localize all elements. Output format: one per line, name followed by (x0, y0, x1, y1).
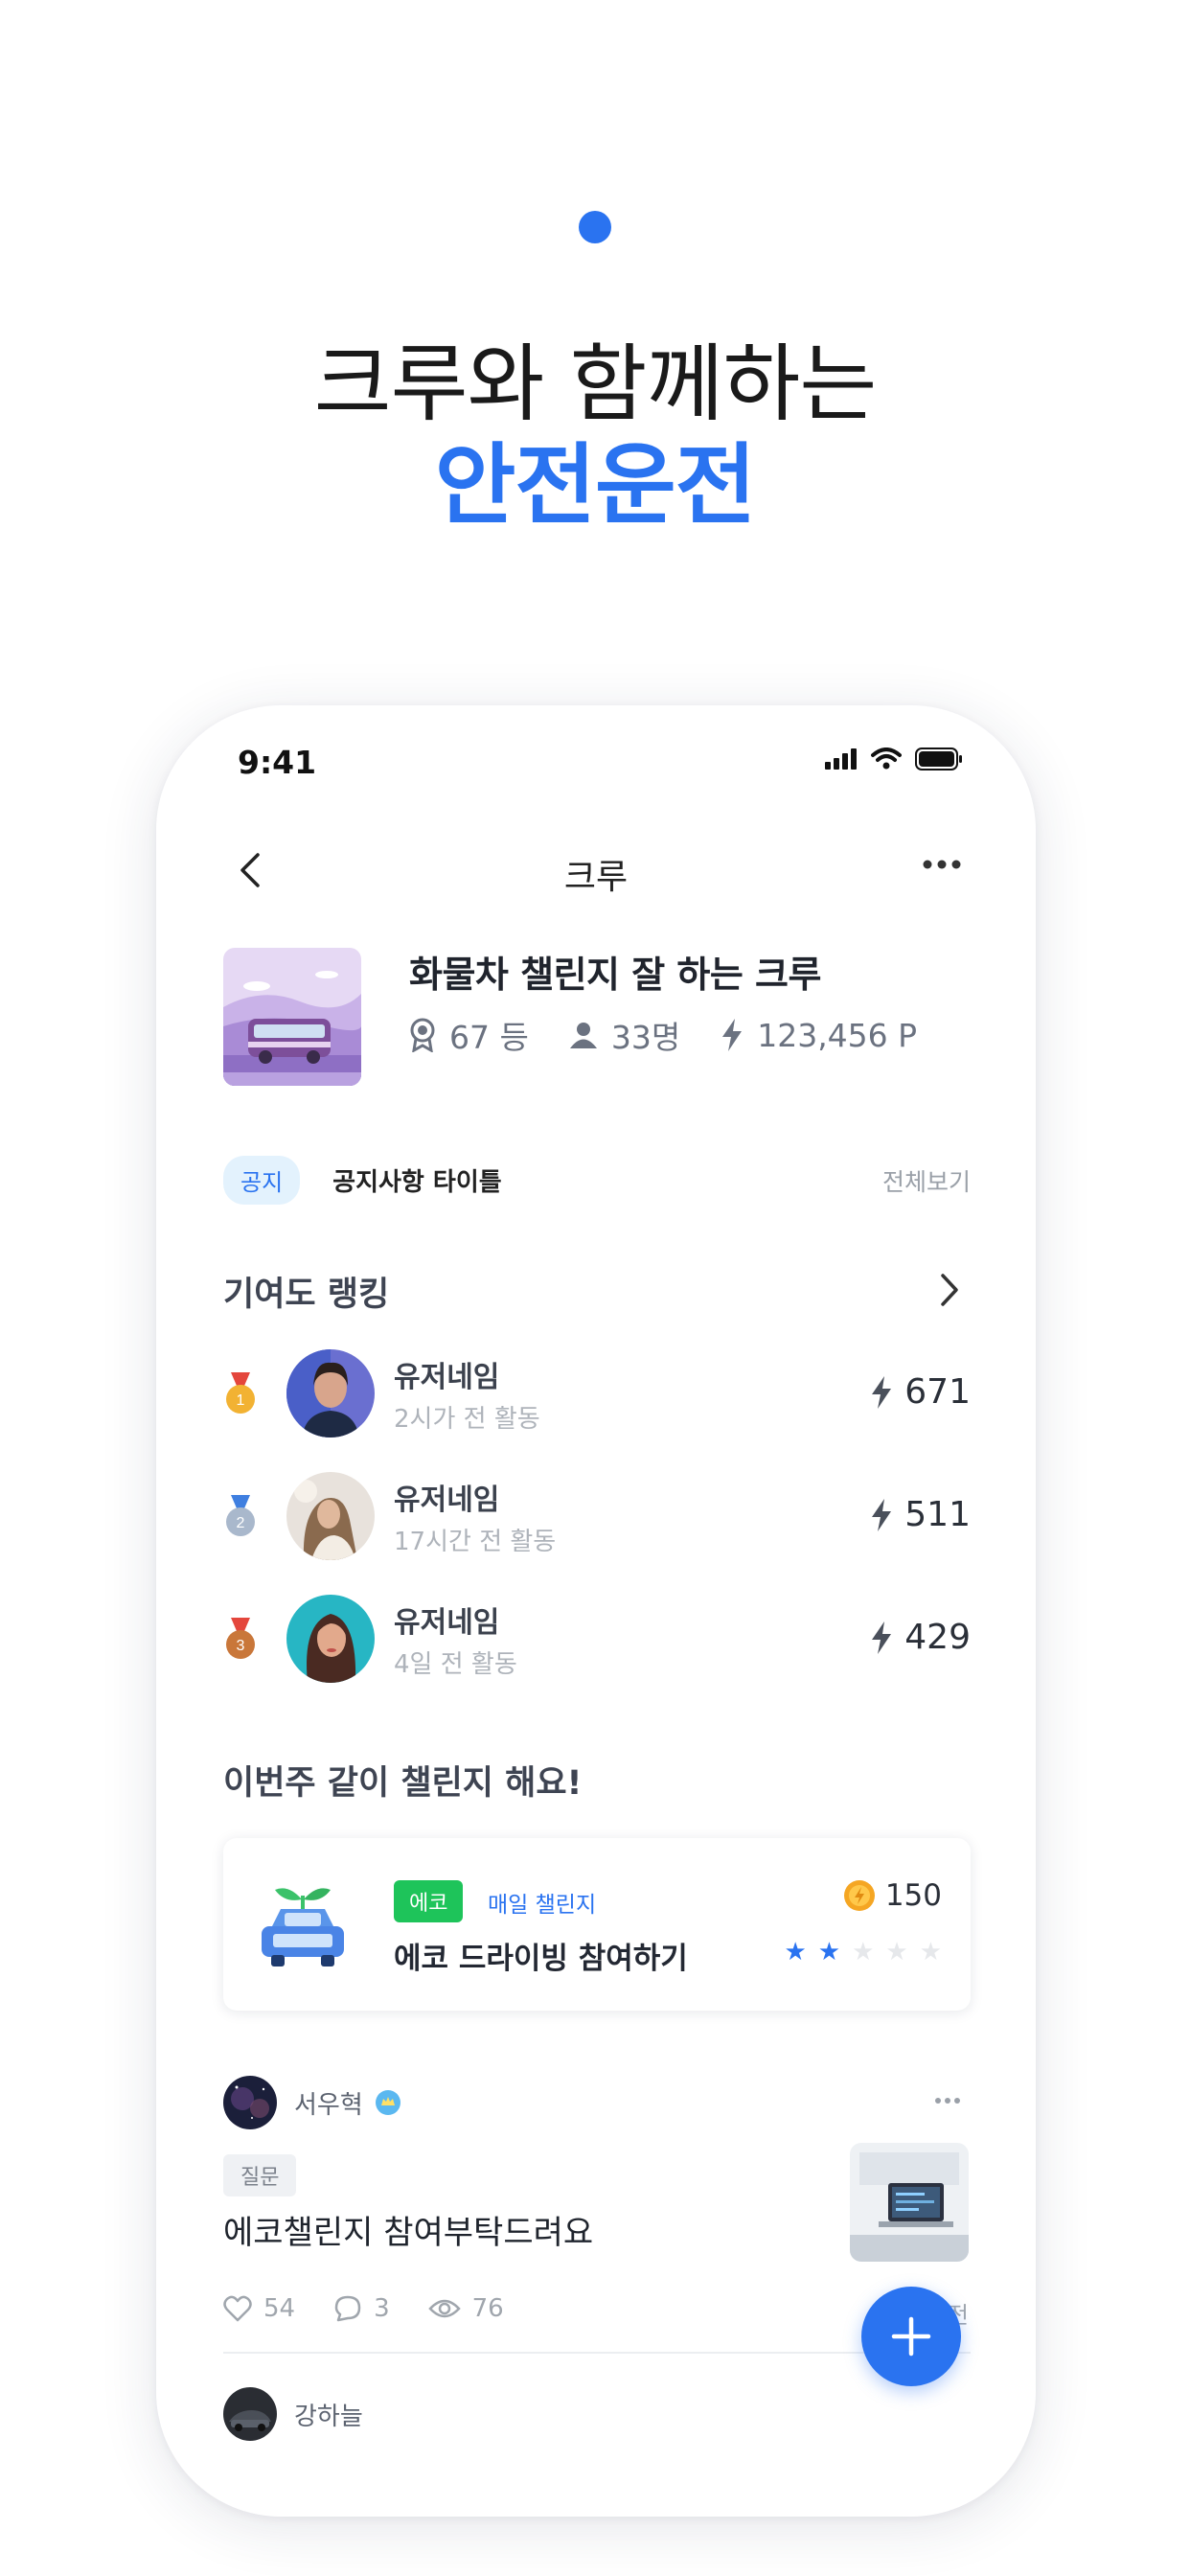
heart-icon (223, 2295, 252, 2322)
svg-text:3: 3 (237, 1638, 245, 1654)
coin-value: 150 (884, 1878, 942, 1913)
ranking-row[interactable]: 3 유저네임 4일 전 활동 429 (223, 1595, 971, 1683)
add-post-button[interactable] (861, 2287, 961, 2386)
notice-title[interactable]: 공지사항 타이틀 (332, 1162, 502, 1198)
crew-name: 화물차 챌린지 잘 하는 크루 (409, 954, 821, 996)
rank-activity: 4일 전 활동 (394, 1650, 517, 1679)
silver-medal-icon: 2 (226, 1495, 255, 1536)
star-icon: ★ (817, 1938, 841, 1966)
coin-icon (843, 1880, 875, 1911)
rank-activity: 2시가 전 활동 (394, 1405, 540, 1434)
views-count: 76 (471, 2294, 504, 2323)
comment-icon (334, 2295, 361, 2322)
author-name[interactable]: 강하늘 (294, 2397, 363, 2432)
likes[interactable]: 54 (223, 2294, 295, 2323)
rank-score-value: 429 (904, 1618, 971, 1657)
difficulty-rating: ★ ★ ★ ★ ★ (784, 1940, 942, 1965)
challenge-type: 매일 챌린지 (488, 1893, 597, 1918)
eco-car-icon (262, 1888, 344, 1966)
notice-badge: 공지 (223, 1156, 301, 1205)
status-bar-icons (825, 748, 963, 770)
post-thumbnail[interactable] (850, 2143, 969, 2262)
comments-count: 3 (374, 2294, 390, 2323)
crew-points: 123,456 P (721, 1017, 917, 1054)
wifi-icon (871, 748, 902, 770)
lightning-icon (872, 1375, 892, 1409)
battery-icon (915, 748, 962, 770)
star-icon: ★ (852, 1938, 875, 1966)
eye-icon (427, 2299, 461, 2318)
rank-score: 511 (870, 1495, 971, 1534)
crew-members-value: 33명 (610, 1019, 681, 1056)
post-title[interactable]: 에코챌린지 참여부탁드려요 (223, 2206, 593, 2253)
avatar[interactable] (286, 1595, 375, 1683)
crew-rank-value: 67 등 (449, 1019, 529, 1056)
star-icon: ★ (784, 1938, 807, 1966)
rank-username: 유저네임 (394, 1606, 500, 1640)
phone-frame: 9:41 크루 화물차 챌린지 잘 하는 크루 67 등 33명 123,456… (156, 705, 1036, 2517)
crew-rank: 67 등 (409, 1012, 529, 1058)
more-icon[interactable] (934, 2097, 961, 2104)
gold-medal-icon: 1 (226, 1372, 255, 1414)
author-name[interactable]: 서우혁 (294, 2085, 363, 2121)
challenge-card[interactable]: 에코 매일 챌린지 에코 드라이빙 참여하기 150 ★ ★ ★ ★ ★ (223, 1838, 971, 2011)
question-tag: 질문 (223, 2154, 297, 2196)
crew-stats: 67 등 33명 123,456 P (409, 1012, 957, 1058)
more-icon[interactable] (923, 859, 961, 870)
rank-activity: 17시간 전 활동 (394, 1528, 557, 1556)
rank-score-value: 671 (904, 1372, 971, 1412)
rank-score-value: 511 (904, 1495, 971, 1534)
divider (223, 2352, 971, 2354)
lightning-icon (722, 1019, 743, 1051)
hero-highlight: 안전운전 (434, 434, 757, 537)
crew-members: 33명 (569, 1012, 680, 1058)
challenge-title[interactable]: 에코 드라이빙 참여하기 (394, 1934, 688, 1977)
verified-badge-icon (375, 2090, 400, 2115)
plus-icon (891, 2316, 931, 2357)
comments[interactable]: 3 (333, 2294, 390, 2323)
bronze-medal-icon: 3 (226, 1618, 255, 1659)
eco-badge: 에코 (394, 1880, 464, 1922)
ranking-title: 기여도 랭킹 (223, 1276, 390, 1314)
view-all-link[interactable]: 전체보기 (882, 1163, 971, 1198)
ranking-row[interactable]: 2 유저네임 17시간 전 활동 511 (223, 1472, 971, 1560)
rank-score: 671 (870, 1372, 971, 1412)
crew-points-value: 123,456 P (757, 1016, 918, 1054)
avatar[interactable] (223, 2076, 277, 2129)
nav-title: 크루 (563, 858, 629, 897)
post-author[interactable]: 강하늘 (223, 2387, 363, 2441)
lightning-icon (872, 1621, 892, 1654)
lightning-icon (872, 1498, 892, 1531)
post-author[interactable]: 서우혁 (223, 2076, 401, 2129)
crew-thumbnail (223, 948, 361, 1086)
views: 76 (427, 2294, 504, 2323)
star-icon: ★ (885, 1938, 908, 1966)
medal-icon (410, 1018, 435, 1052)
svg-text:1: 1 (237, 1392, 245, 1409)
challenge-section-title: 이번주 같이 챌린지 해요! (223, 1764, 583, 1803)
post-meta: 54 3 76 (223, 2294, 542, 2323)
avatar[interactable] (286, 1349, 375, 1438)
likes-count: 54 (263, 2294, 296, 2323)
star-icon: ★ (919, 1938, 942, 1966)
hero-dot (579, 211, 611, 243)
notice-bar[interactable]: 공지 공지사항 타이틀 전체보기 (223, 1156, 971, 1205)
ranking-row[interactable]: 1 유저네임 2시가 전 활동 671 (223, 1349, 971, 1438)
avatar[interactable] (223, 2387, 277, 2441)
rank-username: 유저네임 (394, 1484, 500, 1517)
cellular-signal-icon (825, 748, 857, 770)
coin-reward: 150 (843, 1878, 942, 1913)
chevron-right-icon[interactable] (938, 1271, 961, 1309)
person-icon (569, 1023, 597, 1048)
rank-score: 429 (870, 1618, 971, 1657)
svg-text:2: 2 (237, 1515, 245, 1531)
rank-username: 유저네임 (394, 1361, 500, 1394)
status-time: 9:41 (238, 744, 317, 781)
avatar[interactable] (286, 1472, 375, 1560)
